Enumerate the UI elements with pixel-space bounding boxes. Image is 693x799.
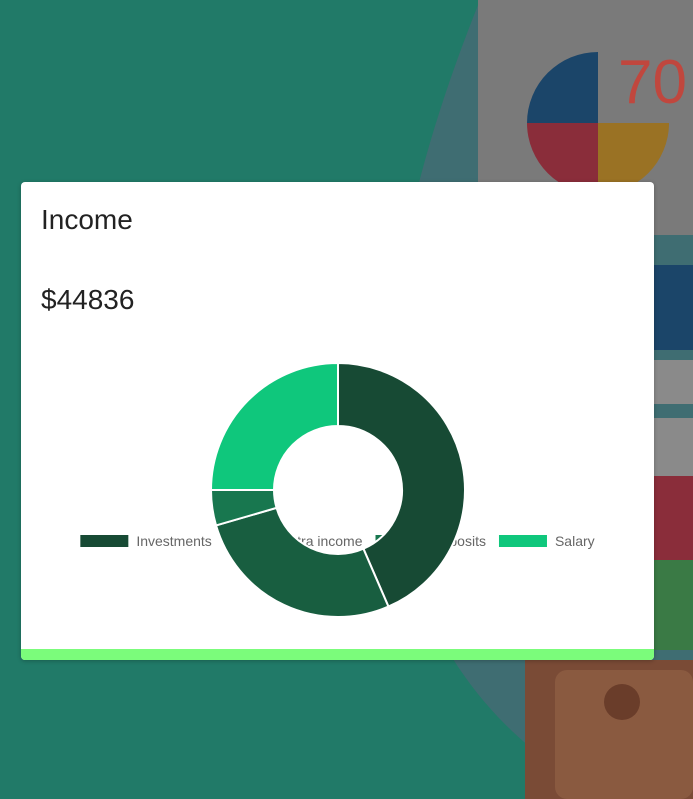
background-green-note <box>654 560 693 650</box>
background-red-panel <box>654 476 693 566</box>
income-total: $44836 <box>41 284 135 315</box>
card-accent-bar <box>21 649 654 660</box>
legend-label-salary: Salary <box>555 533 595 549</box>
slice-salary[interactable] <box>209 361 339 491</box>
background-gray-bar <box>654 360 693 404</box>
legend-item-investments[interactable]: Investments <box>80 533 212 549</box>
income-doughnut-chart: Investments Extra income Deposits Salary <box>80 361 595 618</box>
legend-item-salary[interactable]: Salary <box>498 533 595 549</box>
slice-extra-income[interactable] <box>214 506 390 618</box>
income-card: Income $44836 Investments Extra income Dep… <box>21 182 654 660</box>
card-title: Income <box>41 204 133 235</box>
background-gray-bar-2 <box>654 418 693 476</box>
background-wallet-clasp <box>604 684 640 720</box>
legend-swatch-investments <box>80 535 129 547</box>
background-number-text: 70 <box>618 48 687 117</box>
legend-label-investments: Investments <box>136 533 211 549</box>
legend-swatch-salary <box>498 535 547 547</box>
